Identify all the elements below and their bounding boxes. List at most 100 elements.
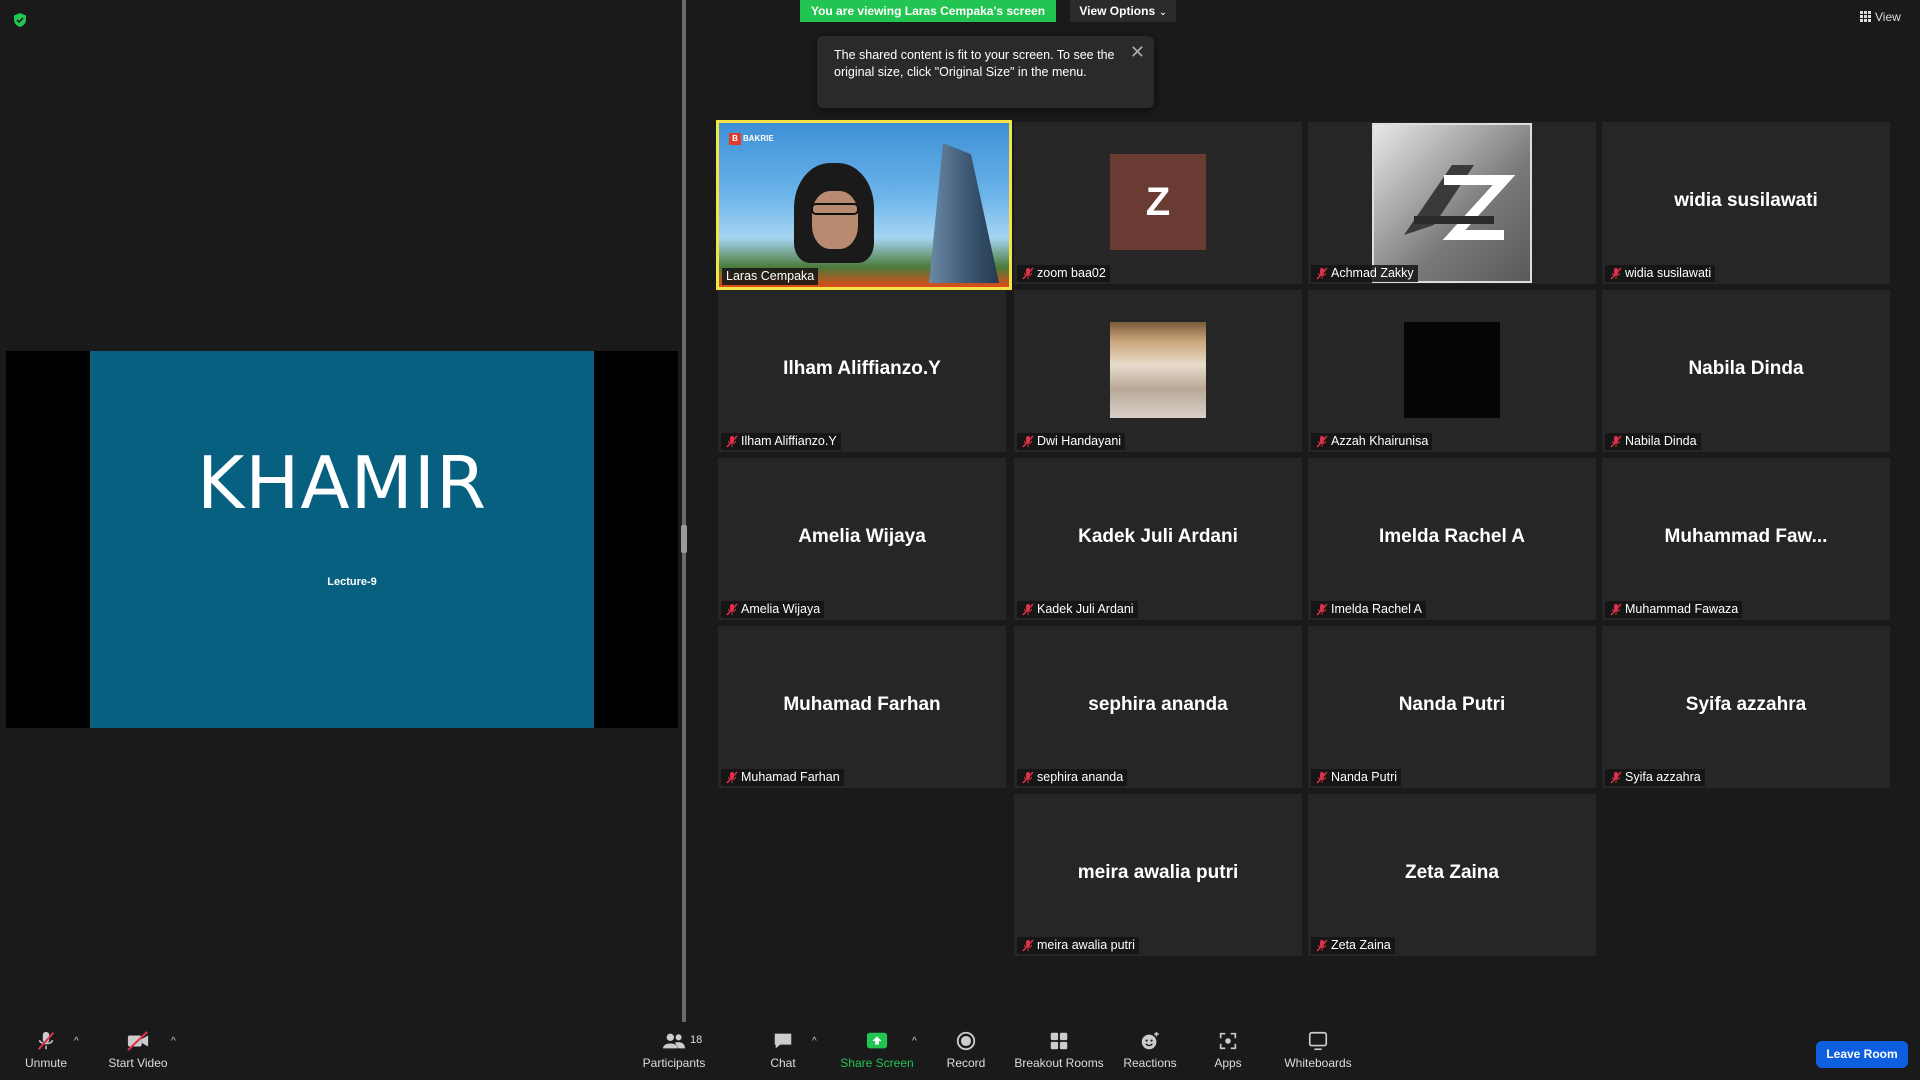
participant-display-name: Kadek Juli Ardani [1078, 526, 1238, 547]
participant-tile[interactable]: Azzah Khairunisa [1308, 290, 1596, 452]
participant-tile[interactable]: Amelia Wijaya Amelia Wijaya [718, 458, 1006, 620]
participant-tile[interactable]: Imelda Rachel A Imelda Rachel A [1308, 458, 1596, 620]
view-label: View [1875, 10, 1901, 24]
muted-mic-icon [1022, 603, 1034, 616]
participant-name-tag: Muhammad Fawaza [1605, 601, 1743, 618]
participant-tile[interactable]: sephira ananda sephira ananda [1014, 626, 1302, 788]
start-video-label: Start Video [108, 1056, 168, 1070]
whiteboards-label: Whiteboards [1284, 1056, 1352, 1070]
apps-button[interactable]: Apps [1208, 1030, 1248, 1070]
close-icon[interactable]: ✕ [1130, 42, 1145, 63]
name-tag-text: Muhammad Fawaza [1625, 602, 1739, 616]
participant-name-tag: meira awalia putri [1017, 937, 1139, 954]
breakout-rooms-label: Breakout Rooms [1014, 1056, 1104, 1070]
unmute-button[interactable]: Unmute [20, 1030, 72, 1070]
name-tag-text: Ilham Aliffianzo.Y [741, 434, 837, 448]
participant-name-tag: Azzah Khairunisa [1311, 433, 1433, 450]
participant-name-tag: Dwi Handayani [1017, 433, 1126, 450]
participant-tile[interactable]: widia susilawati widia susilawati [1602, 122, 1890, 284]
participant-tile[interactable]: Kadek Juli Ardani Kadek Juli Ardani [1014, 458, 1302, 620]
name-tag-text: zoom baa02 [1037, 266, 1106, 280]
view-options-button[interactable]: View Options ⌄ [1070, 0, 1176, 22]
name-tag-text: Azzah Khairunisa [1331, 434, 1429, 448]
avatar-image [1404, 322, 1500, 418]
chat-options-caret[interactable]: ^ [812, 1036, 817, 1047]
name-tag-text: Amelia Wijaya [741, 602, 821, 616]
participant-tile[interactable]: Nabila Dinda Nabila Dinda [1602, 290, 1890, 452]
security-shield-icon[interactable] [12, 12, 28, 28]
participant-tile[interactable]: Nanda Putri Nanda Putri [1308, 626, 1596, 788]
name-tag-text: meira awalia putri [1037, 938, 1135, 952]
muted-mic-icon [1610, 435, 1622, 448]
participant-display-name: Muhamad Farhan [783, 694, 941, 715]
participant-name-tag: Kadek Juli Ardani [1017, 601, 1138, 618]
whiteboard-icon [1308, 1031, 1328, 1051]
presentation-slide: KHAMIR Lecture-9 [90, 351, 594, 728]
participant-tile[interactable]: Muhammad Faw... Muhammad Fawaza [1602, 458, 1890, 620]
participant-display-name: meira awalia putri [1077, 862, 1239, 883]
participant-name-tag: Syifa azzahra [1605, 769, 1705, 786]
participant-tile[interactable]: Ilham Aliffianzo.Y Ilham Aliffianzo.Y [718, 290, 1006, 452]
muted-mic-icon [1316, 603, 1328, 616]
splitter-handle[interactable] [681, 525, 687, 553]
name-tag-text: Imelda Rachel A [1331, 602, 1423, 616]
participant-name-tag: Zeta Zaina [1311, 937, 1395, 954]
panel-splitter[interactable] [682, 0, 686, 1025]
name-tag-text: Nanda Putri [1331, 770, 1398, 784]
name-tag-text: Nabila Dinda [1625, 434, 1697, 448]
avatar-photo [1110, 322, 1206, 418]
participant-tile[interactable]: Dwi Handayani [1014, 290, 1302, 452]
participant-tile[interactable]: meira awalia putri meira awalia putri [1014, 794, 1302, 956]
leave-room-button[interactable]: Leave Room [1816, 1041, 1908, 1068]
name-tag-text: Muhamad Farhan [741, 770, 840, 784]
participant-name-tag: zoom baa02 [1017, 265, 1110, 282]
share-screen-button[interactable]: Share Screen [838, 1030, 916, 1070]
participant-name-tag: Nabila Dinda [1605, 433, 1701, 450]
whiteboards-button[interactable]: Whiteboards [1282, 1030, 1354, 1070]
start-video-button[interactable]: Start Video [106, 1030, 170, 1070]
company-logo: B BAKRIE [729, 133, 774, 145]
participant-name-tag: Laras Cempaka [722, 268, 819, 285]
muted-mic-icon [1610, 771, 1622, 784]
participants-label: Participants [642, 1056, 706, 1070]
participant-tile[interactable]: Achmad Zakky [1308, 122, 1596, 284]
muted-mic-icon [726, 771, 738, 784]
az-logo-icon [1404, 165, 1516, 240]
participant-count-badge: 18 [690, 1034, 703, 1046]
participant-display-name: sephira ananda [1088, 694, 1228, 715]
participant-tile[interactable]: Muhamad Farhan Muhamad Farhan [718, 626, 1006, 788]
chat-label: Chat [770, 1056, 796, 1070]
record-label: Record [946, 1056, 986, 1070]
participant-tile[interactable]: Zzoom baa02 [1014, 122, 1302, 284]
audio-options-caret[interactable]: ^ [74, 1036, 79, 1047]
shared-content-frame: KHAMIR Lecture-9 [6, 351, 678, 728]
reactions-button[interactable]: Reactions [1122, 1030, 1178, 1070]
participant-display-name: Nabila Dinda [1688, 358, 1804, 379]
name-tag-text: sephira ananda [1037, 770, 1124, 784]
share-options-caret[interactable]: ^ [912, 1036, 917, 1047]
participant-name-tag: Ilham Aliffianzo.Y [721, 433, 841, 450]
muted-mic-icon [1610, 267, 1622, 280]
participant-tile[interactable]: B BAKRIE Laras Cempaka [716, 120, 1012, 290]
notice-text: The shared content is fit to your screen… [834, 48, 1115, 79]
view-layout-button[interactable]: View [1860, 10, 1910, 30]
participant-display-name: Syifa azzahra [1685, 694, 1807, 715]
chat-button[interactable]: Chat [758, 1030, 808, 1070]
muted-mic-icon [1316, 771, 1328, 784]
breakout-rooms-button[interactable]: Breakout Rooms [1014, 1030, 1104, 1070]
muted-microphone-icon [37, 1031, 55, 1050]
participant-display-name: widia susilawati [1674, 190, 1818, 211]
name-tag-text: Laras Cempaka [726, 269, 815, 283]
video-off-icon [127, 1031, 149, 1051]
participant-tile[interactable]: Syifa azzahra Syifa azzahra [1602, 626, 1890, 788]
participant-tile[interactable]: Zeta Zaina Zeta Zaina [1308, 794, 1596, 956]
video-options-caret[interactable]: ^ [171, 1036, 176, 1047]
gallery-grid-icon [1860, 11, 1871, 22]
name-tag-text: Kadek Juli Ardani [1037, 602, 1134, 616]
record-button[interactable]: Record [940, 1030, 992, 1070]
share-screen-label: Share Screen [840, 1056, 914, 1070]
participant-name-tag: Imelda Rachel A [1311, 601, 1427, 618]
participant-display-name: Amelia Wijaya [798, 526, 926, 547]
muted-mic-icon [1022, 939, 1034, 952]
muted-mic-icon [726, 435, 738, 448]
